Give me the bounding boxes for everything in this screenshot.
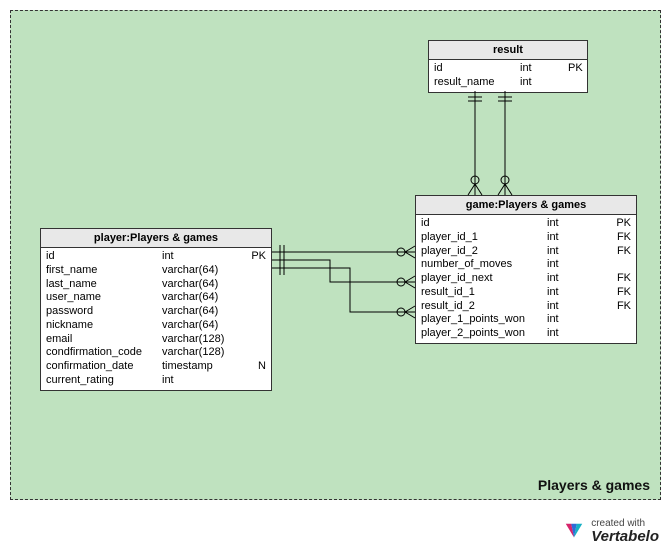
column-row: number_of_movesint <box>416 258 636 272</box>
column-flag: N <box>250 360 266 374</box>
entity-game-body: idintPKplayer_id_1intFKplayer_id_2intFKn… <box>416 215 636 343</box>
column-name: id <box>46 250 156 264</box>
column-type: int <box>541 272 613 286</box>
subject-area-label: Players & games <box>538 477 650 493</box>
column-row: idintPK <box>416 217 636 231</box>
column-flag: FK <box>613 231 631 245</box>
column-row: last_namevarchar(64) <box>41 278 271 292</box>
column-type: int <box>541 313 615 327</box>
column-name: result_id_2 <box>421 300 541 314</box>
column-row: emailvarchar(128) <box>41 333 271 347</box>
entity-player-body: idintPKfirst_namevarchar(64)last_namevar… <box>41 248 271 390</box>
column-flag <box>615 313 631 327</box>
column-row: player_id_2intFK <box>416 245 636 259</box>
column-type: int <box>156 374 250 388</box>
vertabelo-logo-icon <box>563 521 585 543</box>
entity-result[interactable]: result idintPKresult_nameint <box>428 40 588 93</box>
entity-result-title: result <box>429 41 587 60</box>
column-name: player_id_1 <box>421 231 541 245</box>
column-flag: FK <box>613 245 631 259</box>
column-name: player_1_points_won <box>421 313 541 327</box>
column-type: varchar(128) <box>156 346 250 360</box>
column-name: number_of_moves <box>421 258 541 272</box>
column-name: id <box>421 217 541 231</box>
column-name: result_id_1 <box>421 286 541 300</box>
column-type: varchar(64) <box>156 278 250 292</box>
column-type: varchar(64) <box>156 291 250 305</box>
column-name: current_rating <box>46 374 156 388</box>
column-name: player_id_2 <box>421 245 541 259</box>
column-type: int <box>156 250 247 264</box>
column-name: confirmation_date <box>46 360 156 374</box>
column-type: timestamp <box>156 360 250 374</box>
column-flag <box>250 278 266 292</box>
column-row: result_nameint <box>429 76 587 90</box>
column-type: int <box>541 231 613 245</box>
column-type: varchar(64) <box>156 305 250 319</box>
column-name: nickname <box>46 319 156 333</box>
column-name: user_name <box>46 291 156 305</box>
column-name: result_name <box>434 76 514 90</box>
column-flag <box>250 374 266 388</box>
column-flag <box>250 333 266 347</box>
column-flag: PK <box>247 250 266 264</box>
column-row: user_namevarchar(64) <box>41 291 271 305</box>
column-name: password <box>46 305 156 319</box>
column-row: condfirmation_codevarchar(128) <box>41 346 271 360</box>
column-flag <box>250 305 266 319</box>
column-type: int <box>541 245 613 259</box>
column-flag <box>250 319 266 333</box>
column-type: int <box>541 286 613 300</box>
column-name: player_id_next <box>421 272 541 286</box>
column-type: varchar(64) <box>156 264 250 278</box>
column-row: player_1_points_wonint <box>416 313 636 327</box>
column-type: varchar(128) <box>156 333 250 347</box>
column-flag <box>250 346 266 360</box>
column-flag: FK <box>613 286 631 300</box>
entity-player-title: player:Players & games <box>41 229 271 248</box>
column-type: int <box>541 217 612 231</box>
column-type: int <box>541 258 615 272</box>
column-row: player_id_nextintFK <box>416 272 636 286</box>
column-flag: FK <box>613 300 631 314</box>
column-name: first_name <box>46 264 156 278</box>
column-name: email <box>46 333 156 347</box>
column-type: int <box>541 327 615 341</box>
column-type: int <box>514 62 564 76</box>
column-row: nicknamevarchar(64) <box>41 319 271 333</box>
column-flag: FK <box>613 272 631 286</box>
watermark-brand: Vertabelo <box>591 529 659 544</box>
column-flag: PK <box>612 217 631 231</box>
column-row: player_id_1intFK <box>416 231 636 245</box>
column-flag <box>250 291 266 305</box>
entity-game-title: game:Players & games <box>416 196 636 215</box>
column-flag: PK <box>564 62 583 76</box>
entity-game[interactable]: game:Players & games idintPKplayer_id_1i… <box>415 195 637 344</box>
column-flag <box>566 76 582 90</box>
column-type: varchar(64) <box>156 319 250 333</box>
column-row: first_namevarchar(64) <box>41 264 271 278</box>
column-row: idintPK <box>429 62 587 76</box>
watermark: created with Vertabelo <box>563 519 659 544</box>
column-name: player_2_points_won <box>421 327 541 341</box>
column-row: result_id_1intFK <box>416 286 636 300</box>
column-type: int <box>541 300 613 314</box>
column-name: id <box>434 62 514 76</box>
column-name: last_name <box>46 278 156 292</box>
entity-result-body: idintPKresult_nameint <box>429 60 587 92</box>
column-name: condfirmation_code <box>46 346 156 360</box>
entity-player[interactable]: player:Players & games idintPKfirst_name… <box>40 228 272 391</box>
column-row: result_id_2intFK <box>416 300 636 314</box>
column-row: player_2_points_wonint <box>416 327 636 341</box>
column-row: confirmation_datetimestampN <box>41 360 271 374</box>
column-flag <box>615 258 631 272</box>
column-flag <box>615 327 631 341</box>
column-row: current_ratingint <box>41 374 271 388</box>
column-row: idintPK <box>41 250 271 264</box>
column-type: int <box>514 76 566 90</box>
column-flag <box>250 264 266 278</box>
column-row: passwordvarchar(64) <box>41 305 271 319</box>
